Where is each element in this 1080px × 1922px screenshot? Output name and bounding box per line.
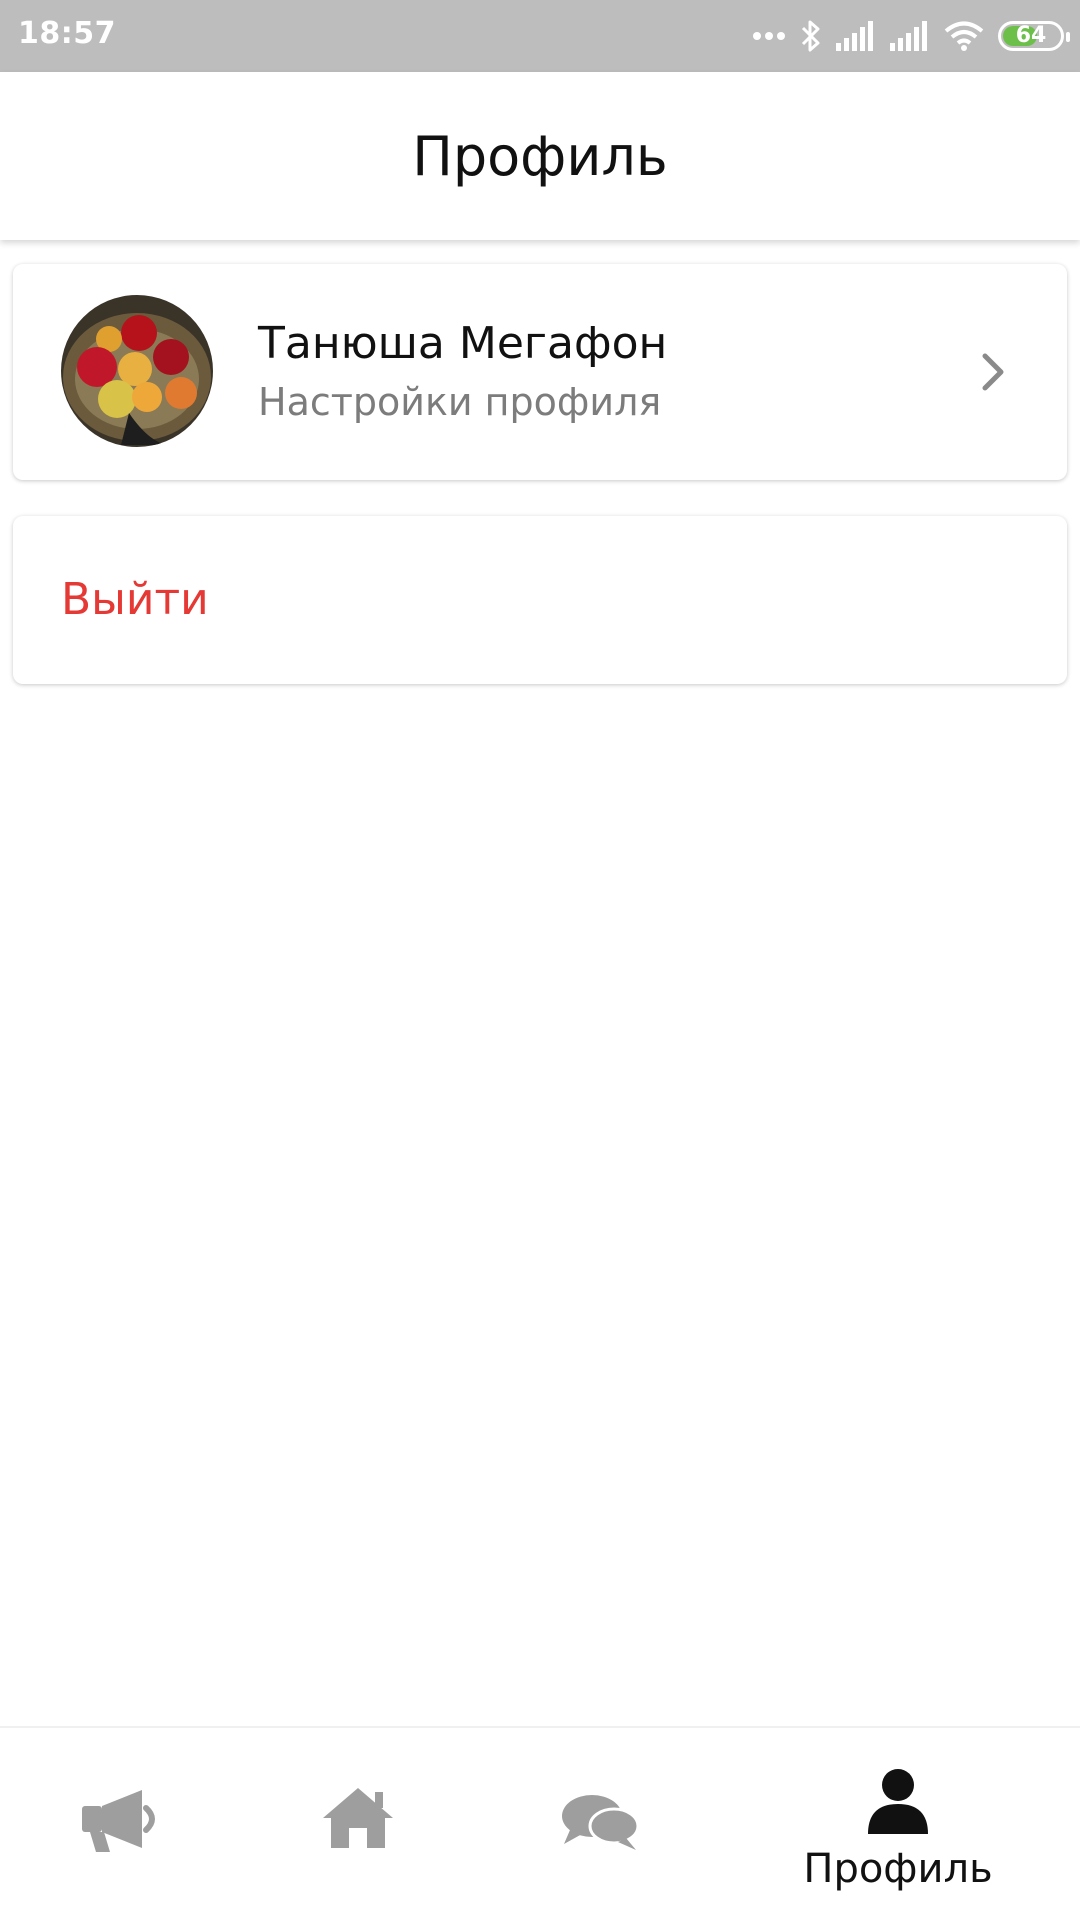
profile-settings-card[interactable]: Танюша Мегафон Настройки профиля <box>13 264 1067 480</box>
battery-tip <box>1066 32 1070 42</box>
logout-button[interactable]: Выйти <box>13 516 1067 684</box>
chat-icon <box>562 1795 640 1850</box>
signal-strength-icon-2 <box>890 21 927 51</box>
battery-icon: 64 <box>998 21 1070 51</box>
battery-level: 64 <box>1015 23 1047 48</box>
app-header: Профиль <box>0 72 1080 240</box>
megaphone-icon <box>82 1790 155 1852</box>
bottom-navigation: Профиль <box>0 1726 1080 1920</box>
profile-settings-label: Настройки профиля <box>258 380 662 424</box>
profile-name: Танюша Мегафон <box>258 318 668 369</box>
avatar-photo <box>61 295 213 447</box>
signal-strength-icon-1 <box>836 21 873 51</box>
status-time: 18:57 <box>18 16 116 51</box>
page-title: Профиль <box>412 124 668 188</box>
user-icon <box>868 1769 928 1834</box>
nav-item-announcements[interactable] <box>70 1728 170 1922</box>
nav-item-profile[interactable]: Профиль <box>798 1728 998 1922</box>
nav-item-messages[interactable] <box>558 1728 642 1922</box>
nav-item-home[interactable] <box>318 1728 398 1922</box>
logout-label: Выйти <box>61 574 209 625</box>
status-icons: 64 <box>752 16 1070 56</box>
home-icon <box>323 1788 393 1848</box>
avatar <box>61 295 213 447</box>
wifi-icon <box>944 21 984 51</box>
chevron-right-icon <box>982 353 1004 391</box>
status-bar: 18:57 64 <box>0 0 1080 72</box>
more-dots-icon <box>753 32 785 40</box>
nav-label-profile: Профиль <box>803 1846 993 1892</box>
bluetooth-icon <box>801 20 820 52</box>
